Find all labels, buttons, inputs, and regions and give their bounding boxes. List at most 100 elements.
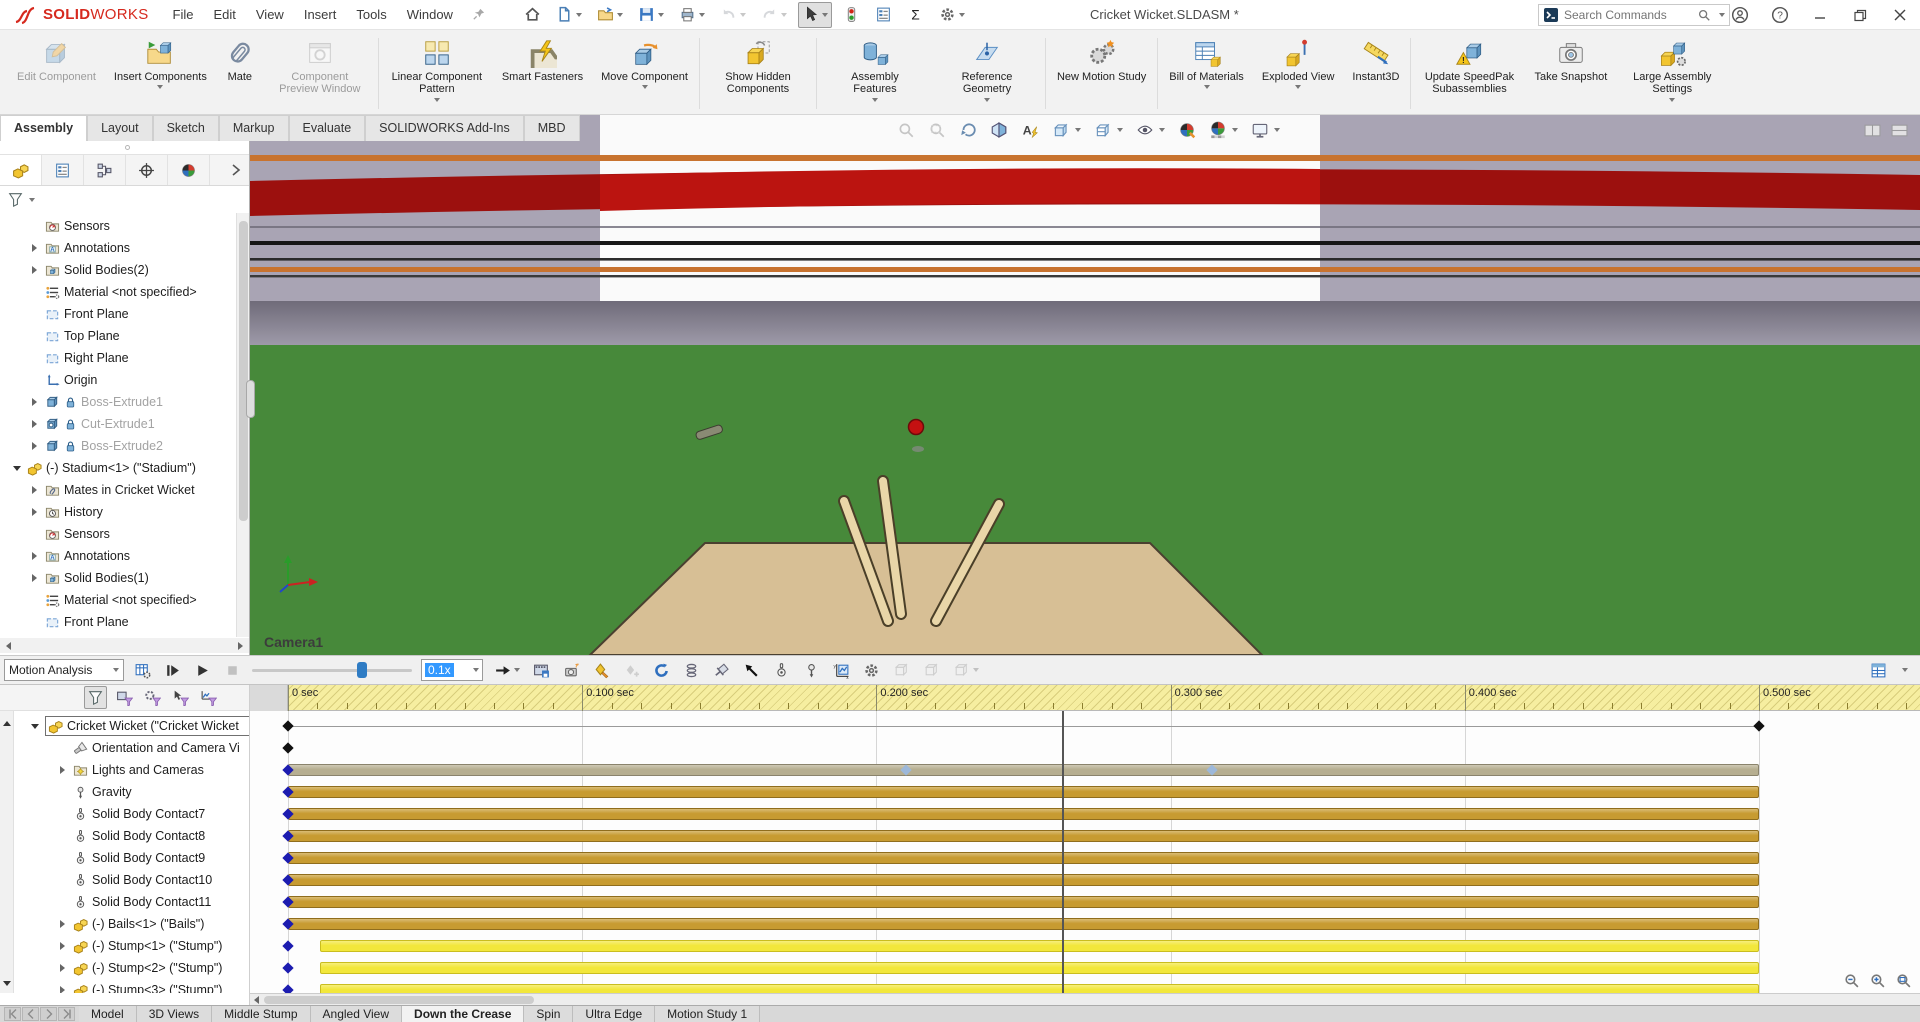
timeline-zoom-fit-icon[interactable] — [1895, 972, 1912, 989]
tree-item[interactable]: Material <not specified> — [0, 589, 236, 611]
filter-selected-icon[interactable] — [170, 687, 191, 708]
ribbon-component-preview-button[interactable]: Component Preview Window — [264, 33, 376, 114]
ribbon-snapshot-button[interactable]: Take Snapshot — [1525, 33, 1616, 114]
menu-tools[interactable]: Tools — [346, 0, 396, 30]
sheet-tab-3d-views[interactable]: 3D Views — [137, 1006, 212, 1022]
tree-item[interactable]: Solid Bodies(2) — [0, 259, 236, 281]
timeline-canvas[interactable]: 0 sec0.100 sec0.200 sec0.300 sec0.400 se… — [250, 685, 1920, 1005]
motion-tree-item[interactable]: Gravity — [14, 781, 249, 803]
timeline-change-bar[interactable] — [288, 830, 1759, 842]
ribbon-assembly-features-button[interactable]: Assembly Features — [819, 33, 931, 114]
zoom-to-area-icon[interactable] — [926, 119, 948, 141]
save-button[interactable] — [634, 2, 668, 28]
expand-arrow[interactable] — [28, 420, 41, 428]
ribbon-exploded-view-button[interactable]: Exploded View — [1253, 33, 1344, 114]
panel-tab-expand-icon[interactable] — [223, 155, 249, 185]
feature-tree-vertical-scrollbar[interactable] — [236, 213, 249, 637]
panel-splitter[interactable] — [0, 141, 249, 155]
timeline-change-bar[interactable] — [320, 962, 1759, 974]
results-and-plots-button[interactable] — [831, 660, 852, 681]
filter-driving-icon[interactable] — [142, 687, 163, 708]
sheet-tab-middle-stump[interactable]: Middle Stump — [212, 1006, 310, 1022]
tree-item[interactable]: Sensors — [0, 523, 236, 545]
timeline-change-bar[interactable] — [288, 874, 1759, 886]
force-button[interactable] — [741, 660, 762, 681]
current-time-bar[interactable] — [1062, 711, 1064, 993]
expand-arrow[interactable] — [28, 398, 41, 406]
timeline-change-bar[interactable] — [288, 852, 1759, 864]
tree-item[interactable]: Top Plane — [0, 325, 236, 347]
tree-item[interactable]: Material <not specified> — [0, 281, 236, 303]
filter-caret[interactable] — [29, 198, 35, 202]
slider-thumb[interactable] — [357, 662, 367, 678]
timeline-key-point[interactable] — [1753, 720, 1764, 731]
menu-insert[interactable]: Insert — [294, 0, 347, 30]
edit-appearance-icon[interactable] — [1176, 119, 1198, 141]
timeline-key-point[interactable] — [282, 940, 293, 951]
search-input[interactable] — [1564, 8, 1692, 22]
scrollbar-thumb[interactable] — [239, 221, 248, 521]
home-button[interactable] — [520, 2, 545, 28]
spring-button[interactable] — [681, 660, 702, 681]
ribbon-large-assembly-button[interactable]: Large Assembly Settings — [1616, 33, 1728, 114]
panel-tab-configuration-manager[interactable] — [84, 155, 126, 185]
expand-arrow[interactable] — [28, 442, 41, 450]
motion-tree-item[interactable]: (-) Stump<1> ("Stump") — [14, 935, 249, 957]
motion-tree-item[interactable]: (-) Stump<2> ("Stump") — [14, 957, 249, 979]
timeline-change-bar[interactable] — [320, 940, 1759, 952]
tree-item[interactable]: Right Plane — [0, 347, 236, 369]
sheet-tab-motion-study-1[interactable]: Motion Study 1 — [655, 1006, 760, 1022]
save-animation-button[interactable] — [531, 660, 552, 681]
autokey-button[interactable] — [591, 660, 612, 681]
expand-arrow[interactable] — [10, 466, 23, 471]
panel-tab-display-manager[interactable] — [168, 155, 210, 185]
ribbon-move-component-button[interactable]: Move Component — [592, 33, 697, 114]
section-view-icon[interactable] — [988, 119, 1010, 141]
motion-tree-item[interactable]: Solid Body Contact10 — [14, 869, 249, 891]
component-a-button[interactable] — [891, 660, 912, 681]
graphics-viewport[interactable]: Camera1 — [250, 115, 1920, 655]
sheet-tab-model[interactable]: Model — [79, 1006, 137, 1022]
timeline-change-bar[interactable] — [288, 786, 1759, 798]
playback-speed-slider[interactable] — [252, 661, 412, 679]
scroll-left-icon[interactable] — [2, 639, 15, 652]
tree-item[interactable]: Boss-Extrude2 — [0, 435, 236, 457]
expand-arrow[interactable] — [28, 552, 41, 560]
play-button[interactable] — [192, 660, 213, 681]
first-tab-button[interactable] — [4, 1007, 21, 1021]
contact-button[interactable] — [771, 660, 792, 681]
hide-show-items-icon[interactable] — [1134, 119, 1167, 141]
motion-tree-item[interactable]: (-) Stump<3> ("Stump") — [14, 979, 249, 993]
rebuild-traffic-light-button[interactable] — [839, 2, 864, 28]
tree-item[interactable]: Mates in Cricket Wicket — [0, 479, 236, 501]
motor-button[interactable] — [651, 660, 672, 681]
timeline-key-point[interactable] — [282, 720, 293, 731]
timeline-change-bar[interactable] — [288, 896, 1759, 908]
tree-item[interactable]: Origin — [0, 369, 236, 391]
motion-tree-item[interactable]: Cricket Wicket ("Cricket Wicket — [14, 715, 249, 737]
expand-arrow[interactable] — [28, 266, 41, 274]
filter-results-icon[interactable] — [198, 687, 219, 708]
ribbon-tab-assembly[interactable]: Assembly — [0, 115, 87, 141]
motion-tree-scrollbar[interactable] — [0, 711, 14, 993]
playback-mode-button[interactable] — [492, 660, 522, 681]
tree-item[interactable]: Annotations — [0, 237, 236, 259]
zoom-to-fit-icon[interactable] — [895, 119, 917, 141]
ribbon-tab-sketch[interactable]: Sketch — [153, 115, 219, 141]
ribbon-smart-fasteners-button[interactable]: Smart Fasteners — [493, 33, 592, 114]
view-settings-icon[interactable] — [1249, 119, 1282, 141]
ribbon-mate-button[interactable]: Mate — [216, 33, 264, 114]
scroll-down-icon[interactable] — [3, 973, 11, 991]
ribbon-reference-geometry-button[interactable]: Reference Geometry — [931, 33, 1043, 114]
tree-item[interactable]: Annotations — [0, 545, 236, 567]
ribbon-linear-pattern-button[interactable]: Linear Component Pattern — [381, 33, 493, 114]
study-type-select[interactable]: Motion Analysis — [4, 659, 124, 681]
ribbon-new-motion-study-button[interactable]: New Motion Study — [1048, 33, 1155, 114]
ribbon-edit-component-button[interactable]: Edit Component — [8, 33, 105, 114]
minimize-button[interactable] — [1800, 0, 1840, 30]
options-gear-button[interactable] — [935, 2, 969, 28]
redo-button[interactable] — [757, 2, 791, 28]
tree-item[interactable]: Solid Bodies(1) — [0, 567, 236, 589]
tree-item[interactable]: Front Plane — [0, 303, 236, 325]
timeline-key-point[interactable] — [282, 962, 293, 973]
